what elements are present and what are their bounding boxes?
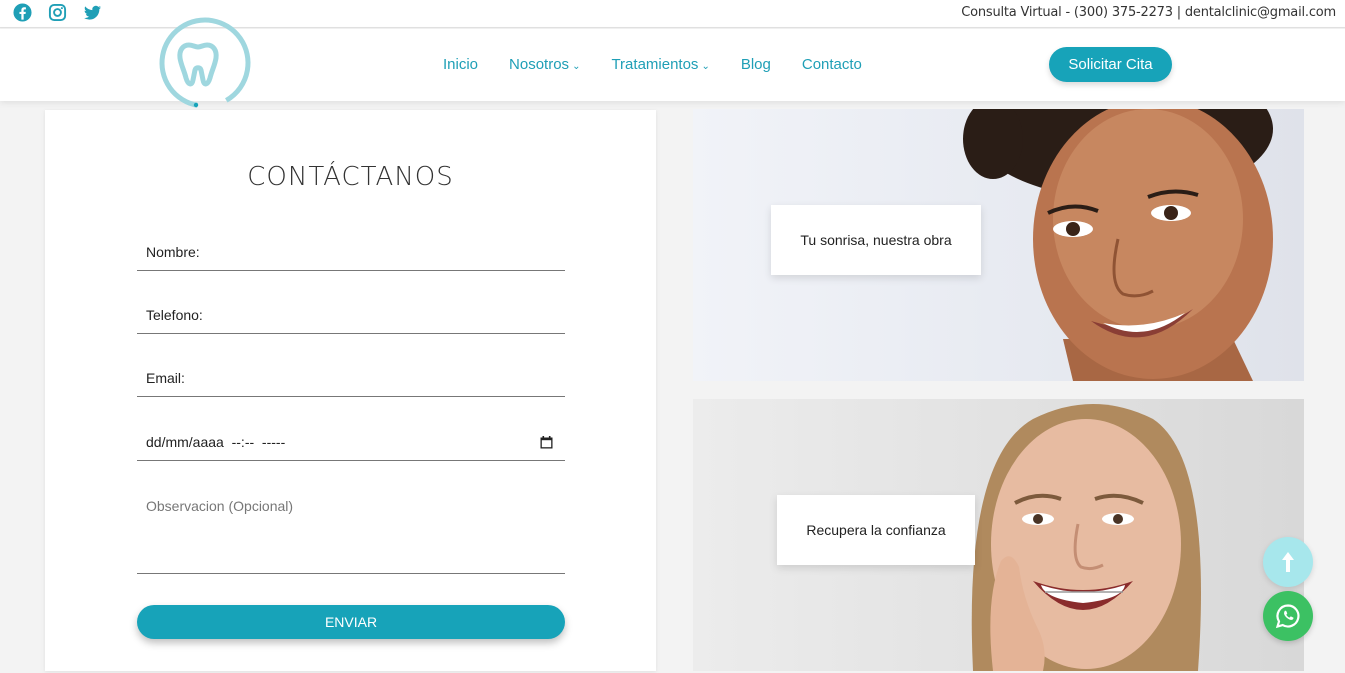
social-links bbox=[13, 3, 102, 22]
datetime-value: dd/mm/aaaa --:-- ----- bbox=[146, 433, 286, 450]
nav-blog[interactable]: Blog bbox=[741, 56, 771, 73]
slogan-card: Tu sonrisa, nuestra obra bbox=[771, 205, 981, 275]
scroll-top-button[interactable] bbox=[1263, 537, 1313, 587]
hero-image-smile: Tu sonrisa, nuestra obra bbox=[693, 109, 1304, 381]
nav-tratamientos[interactable]: Tratamientos ⌄ bbox=[611, 56, 709, 73]
chevron-down-icon: ⌄ bbox=[701, 61, 710, 72]
observation-textarea[interactable]: Observacion (Opcional) bbox=[137, 490, 565, 574]
main-nav: Inicio Nosotros ⌄ Tratamientos ⌄ Blog Cont… bbox=[443, 56, 893, 73]
page-title: CONTÁCTANOS bbox=[247, 162, 454, 192]
nav-label: Inicio bbox=[443, 56, 479, 73]
nav-label: Tratamientos bbox=[611, 56, 699, 73]
nav-nosotros[interactable]: Nosotros ⌄ bbox=[509, 56, 580, 73]
nav-label: Contacto bbox=[801, 56, 862, 73]
whatsapp-button[interactable] bbox=[1263, 591, 1313, 641]
main-header: Inicio Nosotros ⌄ Tratamientos ⌄ Blog Cont… bbox=[0, 17, 1345, 109]
email-field[interactable]: Email: bbox=[137, 359, 565, 397]
email-placeholder: Email: bbox=[146, 369, 185, 386]
twitter-icon[interactable] bbox=[83, 3, 102, 22]
chevron-down-icon: ⌄ bbox=[572, 61, 581, 72]
tooth-logo-icon[interactable] bbox=[157, 15, 253, 111]
arrow-up-icon bbox=[1282, 552, 1294, 572]
observation-placeholder: Observacion (Opcional) bbox=[146, 498, 294, 514]
phone-placeholder: Telefono: bbox=[146, 306, 203, 323]
nav-label: Nosotros bbox=[509, 56, 570, 73]
submit-button[interactable]: ENVIAR bbox=[137, 605, 565, 639]
nav-contacto[interactable]: Contacto bbox=[802, 56, 862, 73]
name-field[interactable]: Nombre: bbox=[137, 233, 565, 271]
request-appointment-button[interactable]: Solicitar Cita bbox=[1049, 47, 1172, 82]
nav-inicio[interactable]: Inicio bbox=[443, 56, 478, 73]
name-placeholder: Nombre: bbox=[146, 243, 200, 260]
phone-field[interactable]: Telefono: bbox=[137, 296, 565, 334]
contact-info: Consulta Virtual - (300) 375-2273 | dent… bbox=[961, 5, 1336, 20]
calendar-icon[interactable] bbox=[540, 436, 553, 449]
facebook-icon[interactable] bbox=[13, 3, 32, 22]
nav-label: Blog bbox=[740, 56, 771, 73]
instagram-icon[interactable] bbox=[48, 3, 67, 22]
datetime-field[interactable]: dd/mm/aaaa --:-- ----- bbox=[137, 423, 565, 461]
contact-form-card: CONTÁCTANOS Nombre: Telefono: Email: dd/… bbox=[45, 110, 656, 671]
slogan-card: Recupera la confianza bbox=[777, 495, 975, 565]
hero-image-braces: Recupera la confianza bbox=[693, 399, 1304, 671]
whatsapp-icon bbox=[1275, 604, 1300, 629]
